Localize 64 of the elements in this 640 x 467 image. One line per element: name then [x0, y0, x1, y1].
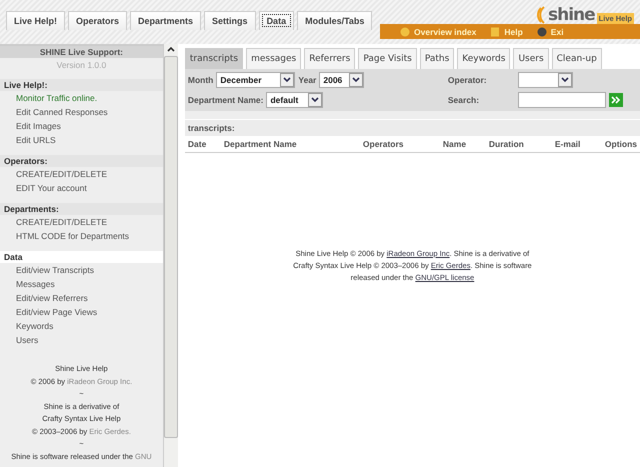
dropdown-caret-icon	[349, 73, 364, 87]
menu-link[interactable]: Edit Canned Responses	[0, 105, 163, 119]
department-select[interactable]: default	[266, 92, 324, 108]
go-button[interactable]	[608, 93, 623, 107]
tab[interactable]: Page Visits	[358, 48, 417, 69]
top-tab[interactable]: Data	[258, 11, 294, 30]
month-select[interactable]: December	[216, 72, 296, 88]
menu-link[interactable]: Edit Images	[0, 119, 163, 133]
exit-icon	[536, 26, 547, 36]
menu-link[interactable]: Edit/view Page Views	[0, 305, 163, 319]
tab[interactable]: Users	[513, 48, 549, 69]
top-tab[interactable]: Live Help!	[6, 11, 66, 30]
tab[interactable]: transcripts	[184, 48, 244, 69]
double-chevron-icon	[610, 95, 621, 105]
logo-word: shine	[548, 6, 595, 24]
top-tab[interactable]: Modules/Tabs	[297, 11, 372, 30]
tab[interactable]: Clean-up	[552, 48, 602, 69]
search-label: Search:	[448, 95, 480, 105]
department-label: Department Name:	[188, 95, 264, 105]
top-tab[interactable]: Settings	[204, 11, 256, 30]
section-heading: Data	[0, 251, 163, 263]
column-header: Name	[442, 139, 468, 149]
table-title: transcripts:	[184, 120, 640, 136]
dropdown-caret-icon	[558, 73, 572, 87]
operator-select[interactable]	[518, 72, 573, 88]
menu-link[interactable]: CREATE/EDIT/DELETE	[0, 215, 163, 229]
column-header: E-mail	[554, 139, 582, 149]
top-tab[interactable]: Departments	[130, 11, 202, 30]
dropdown-caret-icon	[308, 93, 322, 107]
menu-link[interactable]: CREATE/EDIT/DELETE	[0, 167, 163, 181]
dropdown-caret-icon	[280, 73, 294, 87]
tab[interactable]: messages	[246, 48, 302, 69]
help-icon	[490, 26, 500, 36]
menu-link[interactable]: Monitor Traffic online.	[0, 91, 163, 105]
version-label: Version 1.0.0	[56, 59, 108, 72]
menu-link[interactable]: Edit/view Referrers	[0, 291, 163, 305]
section-heading: Departments:	[0, 203, 163, 215]
operator-label: Operator:	[448, 75, 488, 85]
search-field[interactable]	[518, 92, 606, 108]
section-heading: Operators:	[0, 155, 163, 167]
menu-link[interactable]: Users	[0, 333, 163, 347]
tab[interactable]: Keywords	[457, 48, 510, 69]
scroll-up-icon[interactable]	[166, 44, 176, 54]
menu-link[interactable]: HTML CODE for Departments	[0, 229, 163, 243]
menu-link[interactable]: Keywords	[0, 319, 163, 333]
column-header: Duration	[488, 139, 525, 149]
info-icon	[400, 26, 410, 36]
tab[interactable]: Referrers	[304, 48, 356, 69]
logo-brace-icon	[536, 6, 546, 24]
year-label: Year	[298, 75, 316, 85]
menu-link[interactable]: Edit/view Transcripts	[0, 263, 163, 277]
sidebar-title: SHINE Live Support:	[0, 46, 163, 58]
section-heading: Live Help!:	[0, 79, 163, 91]
menu-link[interactable]: Edit URLS	[0, 133, 163, 147]
menu-link[interactable]: Messages	[0, 277, 163, 291]
column-header: Date	[188, 139, 208, 149]
top-tab[interactable]: Operators	[68, 11, 128, 30]
column-header: Options	[604, 139, 637, 149]
column-header: Department Name	[224, 139, 298, 149]
year-select[interactable]: 2006	[319, 72, 364, 88]
tab[interactable]: Paths	[420, 48, 454, 69]
menu-link[interactable]: EDIT Your account	[0, 181, 163, 195]
column-header: Operators	[362, 139, 405, 149]
month-label: Month	[188, 75, 214, 85]
